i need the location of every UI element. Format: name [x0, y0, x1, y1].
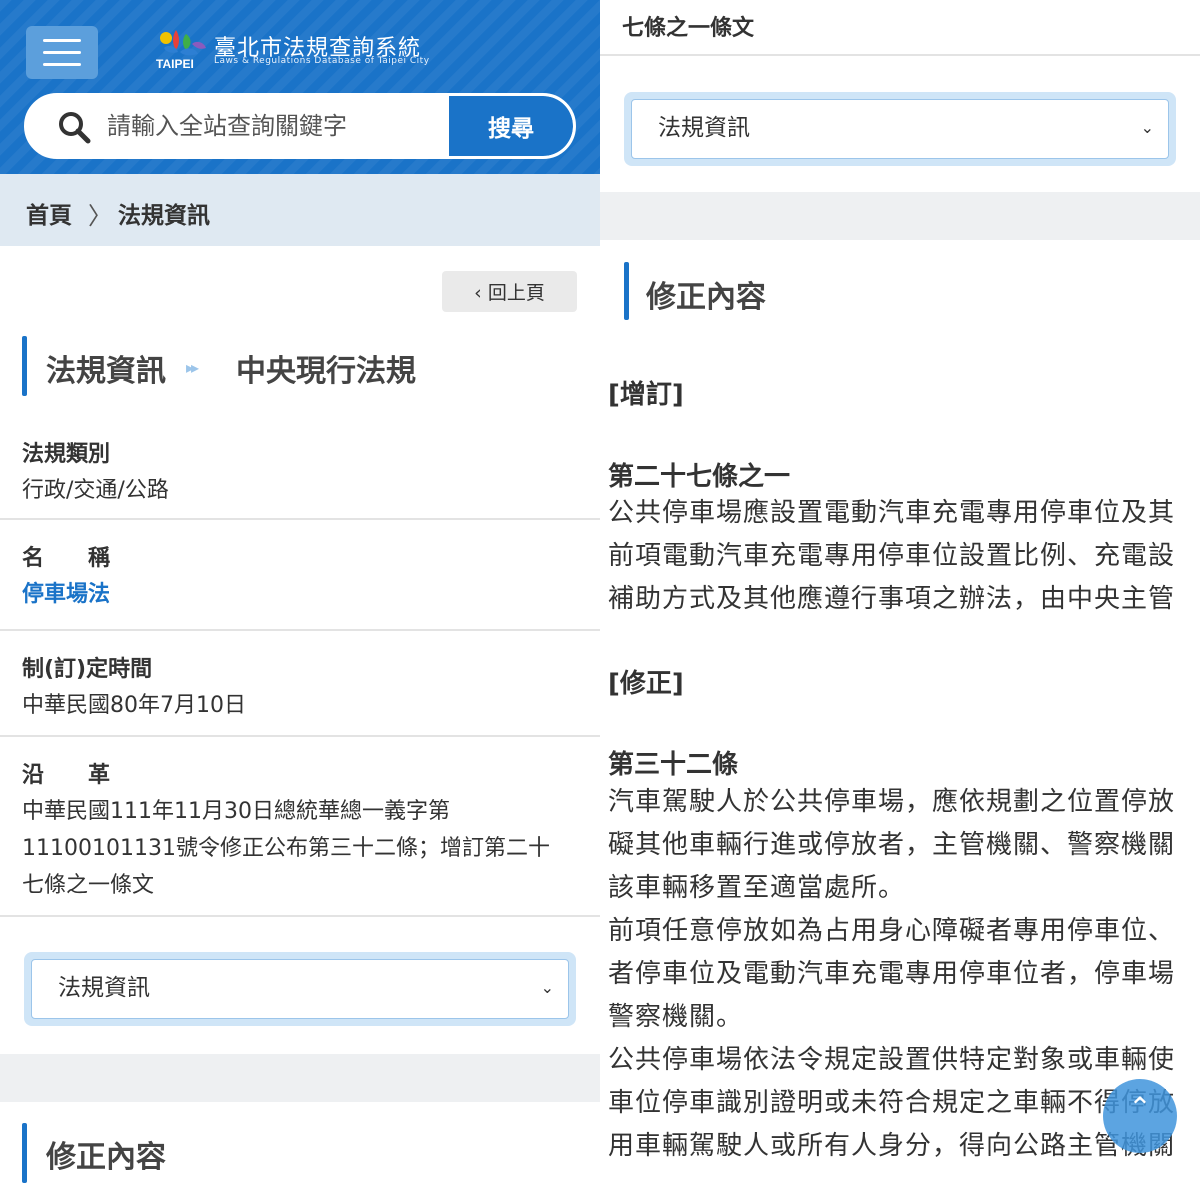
amend-heading-right: 修正內容 — [646, 280, 766, 315]
article-line: 汽車駕駛人於公共停車場，應依規劃之位置停放 — [608, 787, 1176, 817]
scroll-top-button[interactable]: ⌃ — [1103, 1079, 1177, 1153]
article-line: 前項電動汽車充電專用停車位設置比例、充電設 — [608, 541, 1176, 571]
article-line: 公共停車場依法令規定設置供特定對象或車輛使 — [608, 1045, 1176, 1075]
section-select-wrap: 法規資訊 ⌄ — [624, 92, 1176, 166]
field-history-line: 11100101131號令修正公布第三十二條；增訂第二十 — [22, 836, 550, 861]
left-panel: TAIPEI 臺北市法規查詢系統 Laws & Regulations Data… — [0, 0, 600, 1200]
back-button[interactable]: ‹ 回上頁 — [442, 271, 577, 312]
search-icon — [59, 112, 91, 144]
section-divider-band — [600, 192, 1200, 240]
chevron-up-icon: ⌃ — [1128, 1092, 1152, 1123]
article-line: 公共停車場應設置電動汽車充電專用停車位及其 — [608, 498, 1176, 528]
back-button-label: 回上頁 — [487, 282, 545, 304]
site-header: TAIPEI 臺北市法規查詢系統 Laws & Regulations Data… — [0, 0, 600, 174]
chevron-down-icon: ⌄ — [1140, 118, 1154, 137]
tag-amended: [修正] — [608, 669, 684, 699]
site-subtitle: Laws & Regulations Database of Taipei Ci… — [214, 56, 430, 66]
field-enacted-value: 中華民國80年7月10日 — [22, 693, 246, 718]
field-history: 沿 革 中華民國111年11月30日總統華總一義字第 11100101131號令… — [0, 737, 600, 917]
article-line: 該車輛移置至適當處所。 — [608, 873, 906, 903]
hamburger-icon-line — [43, 63, 81, 66]
heading-accent-bar — [22, 336, 27, 396]
field-name-label: 名 稱 — [22, 546, 111, 571]
section-select-value: 法規資訊 — [658, 115, 750, 141]
taipei-logo[interactable]: TAIPEI — [156, 26, 210, 71]
heading-accent-bar — [22, 1123, 27, 1183]
breadcrumb-home[interactable]: 首頁 — [26, 196, 72, 230]
field-enacted: 制(訂)定時間 中華民國80年7月10日 — [0, 631, 600, 737]
field-category-value: 行政/交通/公路 — [22, 478, 169, 503]
article-title: 第三十二條 — [608, 750, 739, 780]
svg-text:TAIPEI: TAIPEI — [156, 57, 194, 70]
field-enacted-label: 制(訂)定時間 — [22, 657, 153, 682]
heading-accent-bar — [624, 262, 629, 320]
tag-added: [增訂] — [608, 380, 684, 410]
double-arrow-icon: ▸▸ — [186, 358, 199, 377]
article-line: 者停車位及電動汽車充電專用停車位者，停車場 — [608, 959, 1176, 989]
section-select-wrap: 法規資訊 ⌄ — [24, 952, 576, 1026]
section-divider-band — [0, 1054, 600, 1102]
section-select[interactable]: 法規資訊 ⌄ — [31, 959, 569, 1019]
section-select-right[interactable]: 法規資訊 ⌄ — [631, 99, 1169, 159]
page-heading-part1: 法規資訊 — [46, 354, 166, 389]
article-line: 補助方式及其他應遵行事項之辦法，由中央主管 — [608, 584, 1176, 614]
article-line: 礙其他車輛行進或停放者，主管機關、警察機關 — [608, 830, 1176, 860]
history-continuation: 七條之一條文 — [622, 16, 755, 41]
right-panel: 七條之一條文 法規資訊 ⌄ 修正內容 [增訂] 第二十七條之一 公共停車場應設置… — [600, 0, 1200, 1200]
article-title: 第二十七條之一 — [608, 462, 791, 492]
chevron-right-icon: 〉 — [88, 202, 112, 230]
field-history-label: 沿 革 — [22, 763, 111, 788]
search-input[interactable] — [107, 104, 447, 148]
field-category: 法規類別 行政/交通/公路 — [0, 420, 600, 520]
breadcrumb-current[interactable]: 法規資訊 — [118, 196, 210, 230]
article-line: 前項任意停放如為占用身心障礙者專用停車位、 — [608, 916, 1176, 946]
article-line: 用車輛駕駛人或所有人身分，得向公路主管機關 — [608, 1131, 1176, 1161]
amend-heading: 修正內容 — [46, 1140, 166, 1175]
hamburger-icon-line — [43, 51, 81, 54]
field-history-line: 七條之一條文 — [22, 873, 155, 898]
field-name: 名 稱 停車場法 — [0, 520, 600, 631]
article-line: 警察機關。 — [608, 1002, 744, 1032]
field-category-label: 法規類別 — [22, 442, 111, 467]
chevron-left-icon: ‹ — [474, 282, 482, 304]
divider — [600, 54, 1200, 56]
menu-button[interactable] — [26, 26, 98, 79]
chevron-down-icon: ⌄ — [540, 978, 554, 997]
article-line: 車位停車識別證明或未符合規定之車輛不得停放 — [608, 1088, 1176, 1118]
field-history-line: 中華民國111年11月30日總統華總一義字第 — [22, 799, 450, 824]
search-button[interactable]: 搜尋 — [449, 96, 573, 156]
section-select-value: 法規資訊 — [58, 975, 150, 1001]
breadcrumb: 首頁 〉 法規資訊 — [0, 174, 600, 246]
law-name-link[interactable]: 停車場法 — [22, 576, 110, 613]
search-bar: 搜尋 — [24, 93, 576, 159]
page-heading-part2: 中央現行法規 — [236, 354, 416, 389]
hamburger-icon — [43, 39, 81, 42]
